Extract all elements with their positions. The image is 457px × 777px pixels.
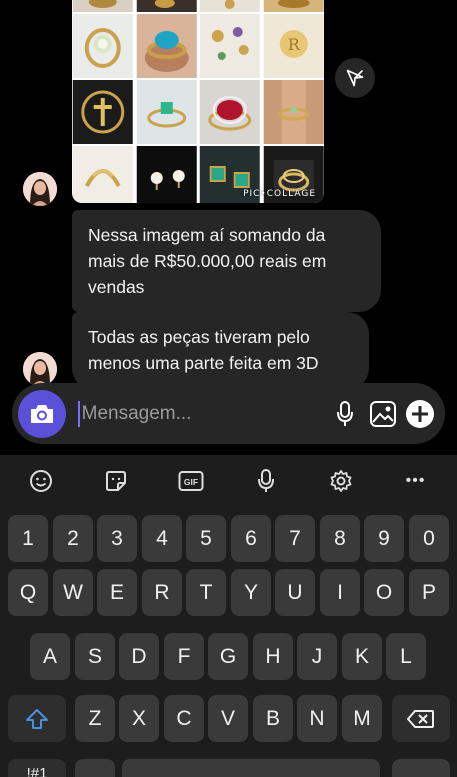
comma-key[interactable] <box>75 759 115 777</box>
collage-tile <box>136 14 198 78</box>
key-p[interactable]: P <box>409 569 449 616</box>
svg-text:R: R <box>287 35 300 54</box>
space-key[interactable] <box>122 759 380 777</box>
collage-tile <box>199 80 261 144</box>
key-8[interactable]: 8 <box>320 515 360 562</box>
key-z[interactable]: Z <box>75 695 115 742</box>
shift-key[interactable] <box>8 695 66 742</box>
gif-button[interactable]: GIF <box>171 461 211 501</box>
key-o[interactable]: O <box>364 569 404 616</box>
collage-tile <box>72 80 134 144</box>
collage-tile <box>136 80 198 144</box>
camera-icon <box>31 404 53 423</box>
key-e[interactable]: E <box>97 569 137 616</box>
message-text: Todas as peças tiveram pelo menos uma pa… <box>88 327 319 373</box>
emoji-icon <box>30 470 53 492</box>
gif-icon: GIF <box>178 471 204 491</box>
message-text: Nessa imagem aí somando da mais de R$50.… <box>88 225 327 297</box>
collage-tile <box>72 146 134 203</box>
key-1[interactable]: 1 <box>8 515 48 562</box>
profile-photo-icon <box>23 172 57 206</box>
key-u[interactable]: U <box>275 569 315 616</box>
key-m[interactable]: M <box>342 695 382 742</box>
key-r[interactable]: R <box>142 569 182 616</box>
send-arrow-icon <box>346 69 364 87</box>
message-composer <box>12 383 445 444</box>
key-4[interactable]: 4 <box>142 515 182 562</box>
message-bubble[interactable]: Nessa imagem aí somando da mais de R$50.… <box>72 210 381 312</box>
key-0[interactable]: 0 <box>409 515 449 562</box>
collage-watermark: PIC•COLLAGE <box>243 189 316 199</box>
key-3[interactable]: 3 <box>97 515 137 562</box>
key-q[interactable]: Q <box>8 569 48 616</box>
key-k[interactable]: K <box>342 633 382 680</box>
key-2[interactable]: 2 <box>53 515 93 562</box>
on-screen-keyboard: GIF ••• 1 2 3 4 5 6 7 8 9 0 Q W E R T Y … <box>0 455 457 777</box>
avatar[interactable] <box>23 352 57 386</box>
key-h[interactable]: H <box>253 633 293 680</box>
emoji-button[interactable] <box>21 461 61 501</box>
key-6[interactable]: 6 <box>231 515 271 562</box>
settings-icon <box>330 470 352 492</box>
symbols-key[interactable]: !#1 <box>8 759 66 777</box>
message-bubble[interactable]: Todas as peças tiveram pelo menos uma pa… <box>72 312 369 390</box>
key-f[interactable]: F <box>164 633 204 680</box>
key-s[interactable]: S <box>75 633 115 680</box>
plus-circle-icon <box>406 399 435 428</box>
collage-tile <box>199 0 261 12</box>
keyboard-toolbar: GIF ••• <box>0 455 457 507</box>
key-t[interactable]: T <box>186 569 226 616</box>
key-b[interactable]: B <box>253 695 293 742</box>
key-a[interactable]: A <box>30 633 70 680</box>
collage-tile: R <box>263 14 325 78</box>
sticker-button[interactable] <box>96 461 136 501</box>
mic-icon <box>257 469 274 492</box>
more-icon: ••• <box>405 472 426 489</box>
key-w[interactable]: W <box>53 569 93 616</box>
profile-photo-icon <box>23 352 57 386</box>
voice-input-button[interactable] <box>246 461 286 501</box>
key-7[interactable]: 7 <box>275 515 315 562</box>
chat-thread[interactable]: R PIC•COLLAGE Nessa imagem aí somando da… <box>0 0 457 455</box>
key-y[interactable]: Y <box>231 569 271 616</box>
voice-message-button[interactable] <box>327 391 364 437</box>
key-5[interactable]: 5 <box>186 515 226 562</box>
collage-tile <box>199 14 261 78</box>
keyboard-settings-button[interactable] <box>321 461 361 501</box>
collage-tile <box>263 80 325 144</box>
shift-arrow-icon <box>26 708 48 729</box>
avatar[interactable] <box>23 172 57 206</box>
key-x[interactable]: X <box>119 695 159 742</box>
collage-tile <box>72 14 134 78</box>
enter-key[interactable] <box>392 759 450 777</box>
key-v[interactable]: V <box>208 695 248 742</box>
key-j[interactable]: J <box>297 633 337 680</box>
key-n[interactable]: N <box>297 695 337 742</box>
backspace-key[interactable] <box>392 695 450 742</box>
collage-tile <box>263 0 325 12</box>
key-9[interactable]: 9 <box>364 515 404 562</box>
key-c[interactable]: C <box>164 695 204 742</box>
message-input[interactable] <box>79 402 327 425</box>
gallery-button[interactable] <box>364 391 401 437</box>
share-button[interactable] <box>335 58 375 98</box>
add-button[interactable] <box>402 391 439 437</box>
camera-button[interactable] <box>18 389 66 438</box>
image-icon <box>369 400 396 427</box>
more-options-button[interactable]: ••• <box>396 461 436 501</box>
key-i[interactable]: I <box>320 569 360 616</box>
microphone-icon <box>337 400 354 426</box>
collage-tile <box>136 146 198 203</box>
key-l[interactable]: L <box>386 633 426 680</box>
sticker-icon <box>106 471 127 491</box>
key-g[interactable]: G <box>208 633 248 680</box>
svg-text:GIF: GIF <box>184 477 198 487</box>
jewelry-collage-image[interactable]: R PIC•COLLAGE <box>72 0 324 203</box>
collage-tile <box>72 0 134 12</box>
collage-tile <box>136 0 198 12</box>
key-d[interactable]: D <box>119 633 159 680</box>
backspace-icon <box>407 709 434 728</box>
